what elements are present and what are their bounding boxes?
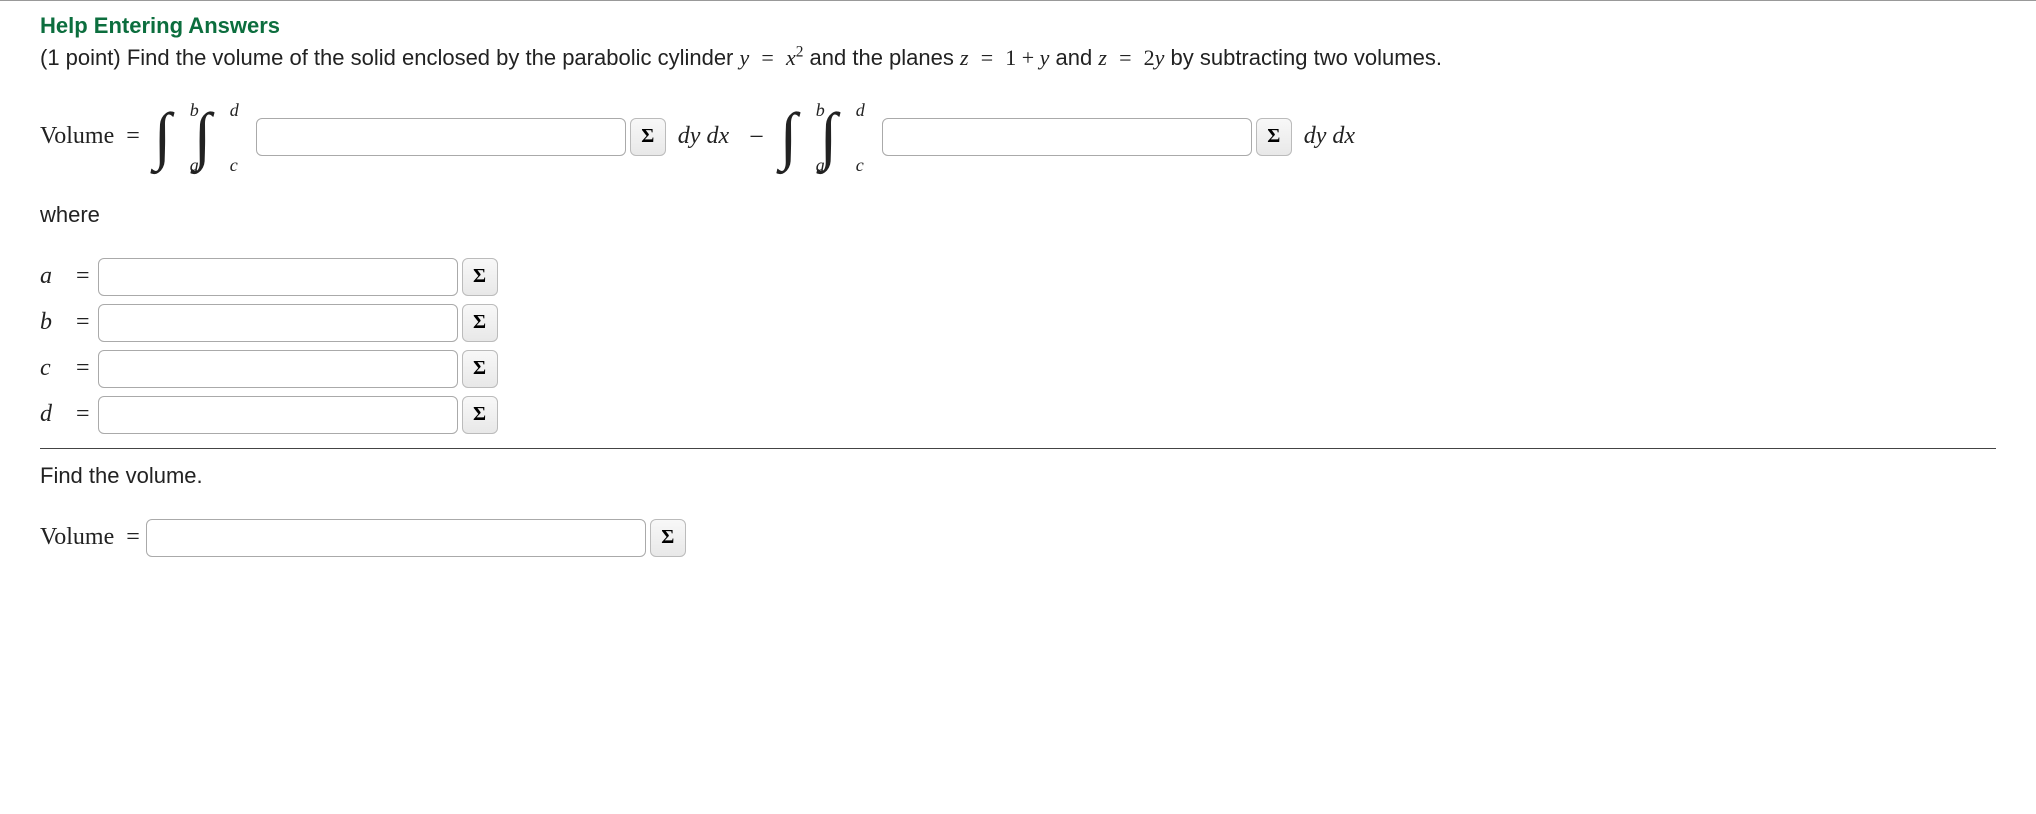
final-volume-input[interactable] bbox=[146, 519, 646, 557]
sigma-button-integrand-2[interactable]: Σ bbox=[1256, 118, 1292, 156]
integrand-2-input[interactable] bbox=[882, 118, 1252, 156]
integral-sign-outer-1: ∫ bbox=[154, 104, 172, 168]
sigma-button-c[interactable]: Σ bbox=[462, 350, 498, 388]
inner-lower-2: c bbox=[856, 155, 864, 176]
eq2-equals: = bbox=[975, 45, 999, 70]
bound-c-equals: = bbox=[76, 355, 98, 382]
integral-sign-inner-2: ∫ bbox=[820, 104, 838, 168]
integral-sign-inner-1: ∫ bbox=[194, 104, 212, 168]
integral-2: ∫ b a ∫ d c bbox=[772, 102, 882, 172]
problem-suffix: by subtracting two volumes. bbox=[1171, 45, 1442, 70]
sigma-button-d[interactable]: Σ bbox=[462, 396, 498, 434]
volume-label-text: Volume bbox=[40, 123, 114, 149]
sigma-button-integrand-1[interactable]: Σ bbox=[630, 118, 666, 156]
bound-c-label: c bbox=[40, 355, 76, 382]
sigma-button-final[interactable]: Σ bbox=[650, 519, 686, 557]
inner-upper-2: d bbox=[856, 100, 865, 121]
eq2-lhs: z bbox=[960, 45, 969, 70]
bound-d-input[interactable] bbox=[98, 396, 458, 434]
eq1-lhs: y bbox=[740, 45, 750, 70]
volume-equation-row: Volume = ∫ b a ∫ d c Σ dy dx − ∫ b a ∫ d… bbox=[40, 102, 1996, 172]
volume-equals: = bbox=[120, 123, 146, 149]
bound-d-label: d bbox=[40, 401, 76, 428]
sigma-button-b[interactable]: Σ bbox=[462, 304, 498, 342]
bound-a-equals: = bbox=[76, 263, 98, 290]
bounds-grid: a = Σ b = Σ c = Σ d = Σ bbox=[40, 258, 1996, 434]
bound-a-input[interactable] bbox=[98, 258, 458, 296]
eq3-rhs-y: y bbox=[1155, 45, 1165, 70]
final-volume-label: Volume = bbox=[40, 524, 146, 551]
sigma-button-a[interactable]: Σ bbox=[462, 258, 498, 296]
eq1-equals: = bbox=[755, 45, 779, 70]
problem-mid2: and bbox=[1056, 45, 1099, 70]
bound-d-equals: = bbox=[76, 401, 98, 428]
integral-sign-outer-2: ∫ bbox=[780, 104, 798, 168]
eq2-rhs-y: y bbox=[1040, 45, 1050, 70]
integral-1: ∫ b a ∫ d c bbox=[146, 102, 256, 172]
minus-sign: − bbox=[741, 122, 772, 152]
eq3-equals: = bbox=[1113, 45, 1137, 70]
eq3-rhs-2: 2 bbox=[1144, 45, 1155, 70]
find-volume-text: Find the volume. bbox=[40, 463, 1996, 489]
eq3-lhs: z bbox=[1098, 45, 1107, 70]
help-link[interactable]: Help Entering Answers bbox=[40, 13, 1996, 39]
problem-statement: (1 point) Find the volume of the solid e… bbox=[40, 43, 1996, 74]
dydx-2: dy dx bbox=[1292, 123, 1367, 150]
eq1-rhs-exp: 2 bbox=[796, 44, 804, 61]
inner-lower-1: c bbox=[230, 155, 238, 176]
dydx-1: dy dx bbox=[666, 123, 741, 150]
final-volume-label-text: Volume bbox=[40, 524, 114, 550]
integrand-1-input[interactable] bbox=[256, 118, 626, 156]
separator bbox=[40, 448, 1996, 449]
volume-label: Volume = bbox=[40, 123, 146, 150]
eq1-rhs-base: x bbox=[786, 45, 796, 70]
where-label: where bbox=[40, 202, 1996, 228]
bound-b-input[interactable] bbox=[98, 304, 458, 342]
bound-a-label: a bbox=[40, 263, 76, 290]
final-volume-equals: = bbox=[120, 524, 146, 550]
eq2-rhs-1: 1 + bbox=[1005, 45, 1039, 70]
final-volume-row: Volume = Σ bbox=[40, 519, 1996, 557]
problem-prefix: (1 point) Find the volume of the solid e… bbox=[40, 45, 740, 70]
bound-b-equals: = bbox=[76, 309, 98, 336]
bound-b-label: b bbox=[40, 309, 76, 336]
inner-upper-1: d bbox=[230, 100, 239, 121]
problem-mid1: and the planes bbox=[810, 45, 960, 70]
bound-c-input[interactable] bbox=[98, 350, 458, 388]
